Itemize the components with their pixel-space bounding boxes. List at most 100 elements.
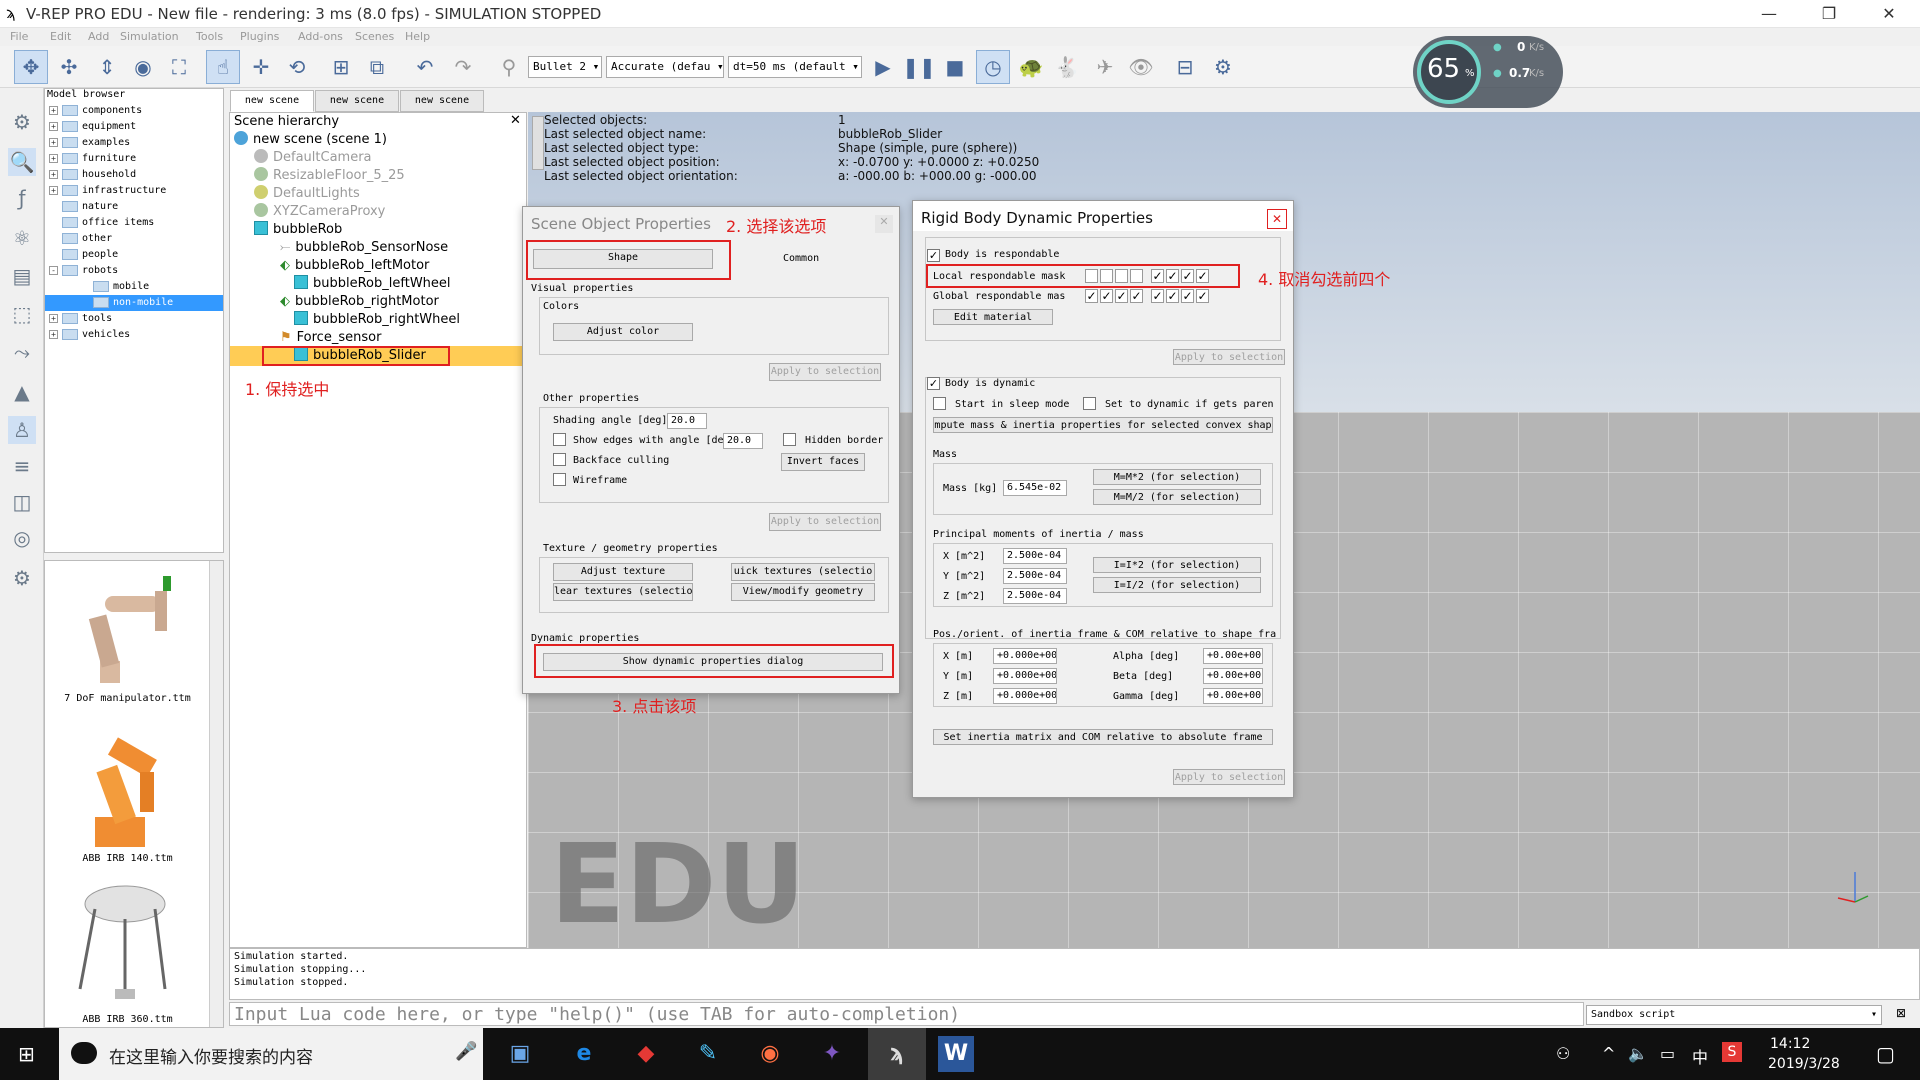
minimize-button[interactable]: —	[1746, 2, 1792, 28]
scene-tab-1[interactable]: new scene	[230, 90, 314, 112]
adjust-texture-button[interactable]: Adjust texture	[553, 563, 693, 581]
feather-app-icon[interactable]: ✦	[814, 1036, 850, 1072]
adjust-color-button[interactable]: Adjust color	[553, 323, 693, 341]
tree-default-lights[interactable]: DefaultLights	[254, 185, 360, 203]
camera-angle-icon[interactable]: ◉	[126, 50, 160, 84]
redo-icon[interactable]: ↷	[446, 50, 480, 84]
apply-selection-button[interactable]: Apply to selection	[769, 363, 881, 381]
model-browser-icon[interactable]: 🔍	[8, 148, 36, 176]
clock-time[interactable]: 14:12	[1770, 1036, 1810, 1052]
console-close-icon[interactable]: ⊠	[1896, 1006, 1906, 1020]
user-settings-icon[interactable]: ⚙	[8, 564, 36, 592]
object-select-icon[interactable]: ☝	[206, 50, 240, 84]
model-folder-infrastructure[interactable]: + infrastructure	[45, 183, 223, 199]
visualization-icon[interactable]: 👁	[1124, 50, 1158, 84]
mask-bit-checkbox[interactable]: ✓	[1196, 289, 1209, 303]
camera-shift-icon[interactable]: ⇕	[90, 50, 124, 84]
scene-selector-icon[interactable]: ⊟	[1168, 50, 1202, 84]
respondable-checkbox[interactable]: ✓	[927, 249, 940, 262]
menu-plugins[interactable]: Plugins	[240, 30, 279, 43]
slower-icon[interactable]: 🐢	[1014, 50, 1048, 84]
wireframe-checkbox[interactable]	[553, 473, 566, 486]
stop-icon[interactable]: ■	[938, 50, 972, 84]
close-button[interactable]: ✕	[1866, 2, 1912, 28]
layers-icon[interactable]: ≡	[8, 452, 36, 480]
menu-add[interactable]: Add	[88, 30, 109, 43]
dialog-close-icon[interactable]: ✕	[1267, 209, 1287, 229]
model-folder-other[interactable]: other	[45, 231, 223, 247]
menu-simulation[interactable]: Simulation	[120, 30, 179, 43]
notification-icon[interactable]: ▢	[1876, 1042, 1895, 1066]
mask-bit-checkbox[interactable]: ✓	[1115, 289, 1128, 303]
set-dynamic-checkbox[interactable]	[1083, 397, 1096, 410]
sleep-mode-checkbox[interactable]	[933, 397, 946, 410]
page-selector-icon[interactable]: ⚙	[1206, 50, 1240, 84]
model-folder-mobile[interactable]: mobile	[45, 279, 223, 295]
mass-double-button[interactable]: M=M*2 (for selection)	[1093, 469, 1261, 485]
apply-selection-button[interactable]: Apply to selection	[1173, 769, 1285, 785]
microphone-icon[interactable]: 🎤	[455, 1041, 477, 1062]
pause-icon[interactable]: ❚❚	[902, 50, 936, 84]
fit-to-view-icon[interactable]: ⛶	[162, 50, 196, 84]
global-mask-bits[interactable]: ✓ ✓ ✓ ✓ ✓ ✓ ✓ ✓	[1085, 289, 1225, 305]
mask-bit-checkbox[interactable]: ✓	[1181, 289, 1194, 303]
model-folder-household[interactable]: + household	[45, 167, 223, 183]
abb-irb360-thumb[interactable]	[65, 879, 185, 1009]
model-folder-tools[interactable]: + tools	[45, 311, 223, 327]
collections-icon[interactable]: ▤	[8, 262, 36, 290]
tree-force-sensor[interactable]: ⚑ Force_sensor	[280, 329, 381, 347]
backface-checkbox[interactable]	[553, 453, 566, 466]
mask-bit-checkbox[interactable]: ✓	[1130, 289, 1143, 303]
ime-indicator[interactable]: 中	[1692, 1044, 1708, 1068]
tree-sensor-nose[interactable]: ⤚ bubbleRob_SensorNose	[280, 239, 448, 257]
set-inertia-button[interactable]: Set inertia matrix and COM relative to a…	[933, 729, 1273, 745]
paint-app-icon[interactable]: ✎	[690, 1036, 726, 1072]
transfer-dna-icon[interactable]: ⧉	[360, 50, 394, 84]
camera-rotate-icon[interactable]: ✣	[52, 50, 86, 84]
tree-xyz-camera-proxy[interactable]: XYZCameraProxy	[254, 203, 385, 221]
clear-textures-button[interactable]: lear textures (selectio	[553, 583, 693, 601]
tree-resizable-floor[interactable]: ResizableFloor_5_25	[254, 167, 405, 185]
model-folder-furniture[interactable]: + furniture	[45, 151, 223, 167]
tree-left-motor[interactable]: ⬖ bubbleRob_leftMotor	[280, 257, 429, 275]
windows-start-icon[interactable]: ⊞	[18, 1044, 38, 1064]
play-icon[interactable]: ▶	[866, 50, 900, 84]
realtime-icon[interactable]: ◷	[976, 50, 1010, 84]
camera-icon[interactable]: ◎	[8, 524, 36, 552]
tab-common[interactable]: Common	[783, 253, 819, 264]
gamma-input[interactable]: +0.00e+00	[1203, 688, 1263, 704]
beta-input[interactable]: +0.00e+00	[1203, 668, 1263, 684]
model-folder-people[interactable]: people	[45, 247, 223, 263]
environment-icon[interactable]: ▲	[8, 378, 36, 406]
dynamics-toggle-icon[interactable]: ⚲	[492, 50, 526, 84]
inertia-y-input[interactable]: 2.500e-04	[1003, 568, 1067, 584]
network-icon[interactable]: ▭	[1660, 1044, 1675, 1063]
maximize-button[interactable]: ❐	[1806, 2, 1852, 28]
mask-bit-checkbox[interactable]: ✓	[1100, 289, 1113, 303]
abb-irb140-thumb[interactable]	[65, 727, 185, 852]
people-icon[interactable]: ⚇	[1556, 1044, 1570, 1063]
script-icon[interactable]: ƒ	[8, 184, 36, 212]
mask-bit-checkbox[interactable]: ✓	[1151, 289, 1164, 303]
pos-x-input[interactable]: +0.000e+00	[993, 648, 1057, 664]
alpha-input[interactable]: +0.00e+00	[1203, 648, 1263, 664]
info-toggle-icon[interactable]	[532, 116, 544, 170]
menu-help[interactable]: Help	[405, 30, 430, 43]
tree-scene-root[interactable]: new scene (scene 1)	[234, 131, 387, 149]
vrep-app-icon[interactable]: ϡ	[879, 1036, 915, 1072]
clock-date[interactable]: 2019/3/28	[1768, 1056, 1840, 1072]
inertia-x-input[interactable]: 2.500e-04	[1003, 548, 1067, 564]
model-folder-robots[interactable]: - robots	[45, 263, 223, 279]
sogou-ime-icon[interactable]: S	[1722, 1042, 1742, 1062]
edges-angle-input[interactable]: 20.0	[723, 433, 763, 449]
undo-icon[interactable]: ↶	[408, 50, 442, 84]
scene-tab-2[interactable]: new scene	[315, 90, 399, 112]
hierarchy-close-icon[interactable]: ✕	[510, 113, 521, 128]
shading-input[interactable]: 20.0	[667, 413, 707, 429]
word-app-icon[interactable]: W	[938, 1036, 974, 1072]
inertia-double-button[interactable]: I=I*2 (for selection)	[1093, 557, 1261, 573]
model-folder-nature[interactable]: nature	[45, 199, 223, 215]
view-geometry-button[interactable]: View/modify geometry	[731, 583, 875, 601]
scene-hierarchy-icon[interactable]: ♙	[8, 416, 36, 444]
firefox-icon[interactable]: ◉	[752, 1036, 788, 1072]
